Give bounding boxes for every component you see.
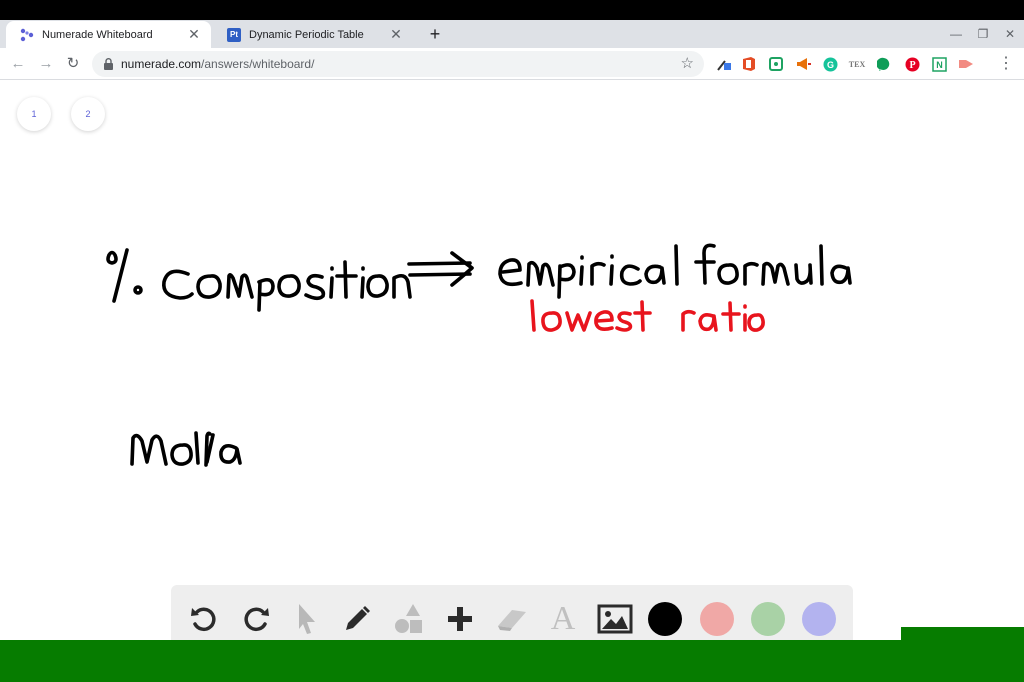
- eraser-icon[interactable]: [492, 599, 532, 639]
- handwriting-empirical-formula: [498, 243, 852, 299]
- undo-icon[interactable]: [184, 599, 224, 639]
- handwriting-molar: [130, 431, 242, 467]
- color-swatch-pink[interactable]: [700, 602, 734, 636]
- color-swatch-green[interactable]: [751, 602, 785, 636]
- redo-icon[interactable]: [236, 599, 276, 639]
- whiteboard-canvas[interactable]: [0, 0, 1024, 682]
- text-icon[interactable]: A: [543, 599, 583, 639]
- green-bottom-banner: [0, 640, 1024, 682]
- green-banner-step: [901, 627, 1024, 641]
- shapes-icon[interactable]: [389, 599, 429, 639]
- image-icon[interactable]: [595, 599, 635, 639]
- color-swatch-lavender[interactable]: [802, 602, 836, 636]
- pen-icon[interactable]: [337, 599, 377, 639]
- handwriting-percent-composition: [106, 248, 412, 312]
- color-swatch-black[interactable]: [648, 602, 682, 636]
- handwriting-arrow: [407, 251, 474, 287]
- handwriting-lowest-ratio: [530, 299, 765, 332]
- pointer-icon[interactable]: [286, 599, 326, 639]
- add-icon[interactable]: [440, 599, 480, 639]
